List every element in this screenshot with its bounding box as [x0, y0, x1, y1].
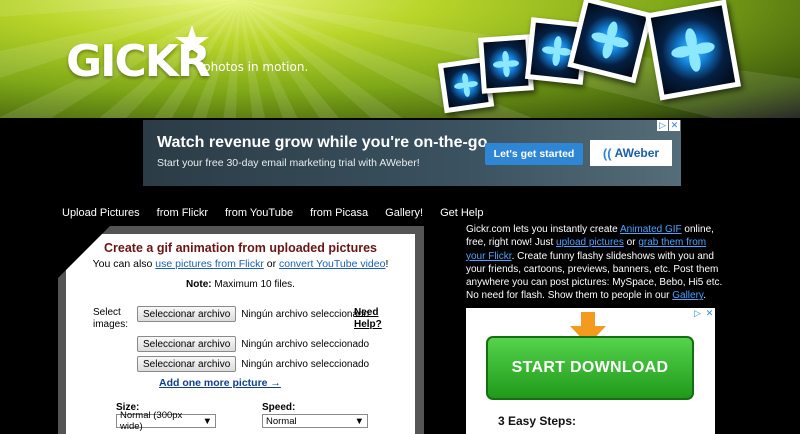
aweber-icon: ((: [602, 145, 612, 161]
size-value: Normal (300px wide): [120, 410, 183, 432]
add-more-picture-link[interactable]: Add one more picture →: [159, 377, 281, 389]
panel-subtitle: You can also use pictures from Flickr or…: [66, 258, 415, 270]
nav-get-help[interactable]: Get Help: [440, 207, 483, 219]
intro-text: or: [623, 237, 639, 249]
choose-file-button[interactable]: Seleccionar archivo: [137, 356, 237, 372]
speed-select[interactable]: Normal ▼: [262, 414, 368, 428]
intro-text: Gickr.com lets you instantly create: [466, 224, 620, 235]
subtitle-suffix: !: [385, 258, 389, 270]
nav-from-picasa[interactable]: from Picasa: [310, 207, 368, 219]
top-ad-banner[interactable]: Watch revenue grow while you're on-the-g…: [143, 120, 681, 186]
need-help-link[interactable]: Need Help?: [354, 307, 394, 331]
upload-pictures-link[interactable]: upload pictures: [556, 237, 624, 248]
ad-headline: Watch revenue grow while you're on-the-g…: [157, 134, 492, 151]
tagline: photos in motion.: [203, 60, 309, 74]
main-nav: Upload Pictures from Flickr from YouTube…: [62, 207, 483, 219]
nav-from-youtube[interactable]: from YouTube: [225, 207, 293, 219]
adchoices-icon[interactable]: ▷: [657, 120, 668, 131]
flower-icon: [671, 28, 715, 72]
choose-file-button[interactable]: Seleccionar archivo: [137, 336, 237, 352]
flower-icon: [591, 21, 629, 59]
size-select[interactable]: Normal (300px wide) ▼: [116, 410, 216, 432]
subtitle-or: or: [263, 258, 279, 270]
select-images-label: Select images:: [93, 307, 129, 330]
upload-panel: Create a gif animation from uploaded pic…: [66, 234, 415, 434]
ad-subtext: Start your free 30-day email marketing t…: [157, 157, 420, 169]
site-header: GICKR photos in motion.: [0, 0, 800, 118]
upload-note: Note: Maximum 10 files.: [66, 279, 415, 290]
gallery-link[interactable]: Gallery: [672, 290, 703, 301]
file-status: Ningún archivo seleccionado: [241, 358, 370, 370]
note-label: Note:: [186, 279, 212, 290]
flickr-link[interactable]: use pictures from Flickr: [155, 258, 264, 270]
nav-gallery[interactable]: Gallery!: [385, 207, 423, 219]
site-intro-text: Gickr.com lets you instantly create Anim…: [466, 223, 726, 303]
nav-upload-pictures[interactable]: Upload Pictures: [62, 207, 140, 219]
ad-cta-button[interactable]: Let's get started: [485, 143, 583, 165]
dropdown-arrow-icon: ▼: [202, 415, 212, 427]
side-ad[interactable]: ▷ ✕ START DOWNLOAD 3 Easy Steps:: [466, 308, 715, 434]
nav-from-flickr[interactable]: from Flickr: [157, 207, 208, 219]
file-status: Ningún archivo seleccionado: [241, 308, 370, 320]
file-input-row: Seleccionar archivo Ningún archivo selec…: [137, 356, 369, 372]
note-text: Maximum 10 files.: [211, 279, 295, 290]
start-download-button[interactable]: START DOWNLOAD: [486, 336, 694, 400]
close-icon[interactable]: ✕: [669, 120, 680, 131]
adchoices-icon[interactable]: ▷: [692, 308, 703, 319]
choose-file-button[interactable]: Seleccionar archivo: [137, 306, 237, 322]
star-icon: [175, 25, 209, 57]
flower-icon: [493, 51, 519, 77]
animated-gif-link[interactable]: Animated GIF: [620, 224, 682, 235]
panel-corner-fold: [58, 226, 110, 278]
close-icon[interactable]: ✕: [704, 308, 715, 319]
file-input-row: Seleccionar archivo Ningún archivo selec…: [137, 306, 369, 322]
youtube-link[interactable]: convert YouTube video: [279, 258, 385, 270]
ad-brand-name: AWeber: [614, 146, 660, 160]
speed-value: Normal: [266, 415, 297, 427]
file-status: Ningún archivo seleccionado: [241, 338, 370, 350]
intro-text: .: [703, 290, 706, 302]
file-input-row: Seleccionar archivo Ningún archivo selec…: [137, 336, 369, 352]
flower-icon: [454, 73, 478, 97]
dropdown-arrow-icon: ▼: [354, 415, 364, 427]
panel-title: Create a gif animation from uploaded pic…: [104, 241, 377, 255]
photo-thumbnail: [644, 0, 742, 101]
ad-brand-logo: (( AWeber: [590, 140, 672, 166]
easy-steps-heading: 3 Easy Steps:: [498, 414, 577, 428]
speed-label: Speed:: [262, 402, 296, 413]
